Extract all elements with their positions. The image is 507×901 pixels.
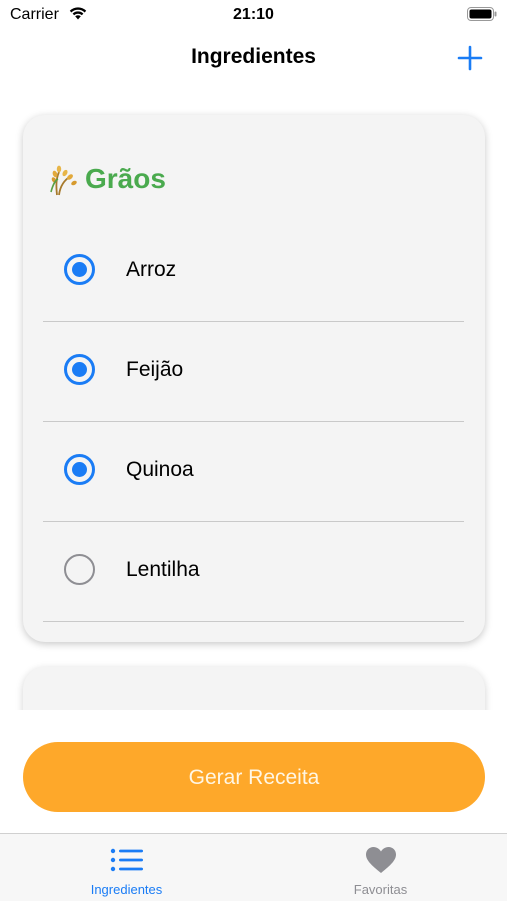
clock: 21:10 xyxy=(233,6,274,23)
list-item-lentilha[interactable]: Lentilha xyxy=(43,522,464,622)
generate-recipe-button[interactable]: Gerar Receita xyxy=(23,742,485,812)
radio-selected-icon[interactable] xyxy=(64,354,95,385)
tab-ingredientes[interactable]: Ingredientes xyxy=(0,834,253,901)
next-section-card xyxy=(23,667,485,710)
section-card-graos: Grãos Arroz Feijão Quinoa Lentilha xyxy=(23,115,485,642)
ingredient-label: Quinoa xyxy=(126,458,194,481)
list-item-arroz[interactable]: Arroz xyxy=(43,222,464,322)
section-header: Grãos xyxy=(45,161,166,197)
list-item-feijao[interactable]: Feijão xyxy=(43,322,464,422)
section-title: Grãos xyxy=(85,163,166,194)
add-ingredient-button[interactable] xyxy=(456,44,484,72)
radio-selected-icon[interactable] xyxy=(64,254,95,285)
plus-icon xyxy=(457,45,483,71)
page-title: Ingredientes xyxy=(191,45,316,68)
list-icon xyxy=(110,848,143,872)
tab-label: Ingredientes xyxy=(90,882,163,897)
list-item-quinoa[interactable]: Quinoa xyxy=(43,422,464,522)
radio-unselected-icon[interactable] xyxy=(64,554,95,585)
ingredient-label: Lentilha xyxy=(126,558,200,581)
ingredient-label: Feijão xyxy=(126,358,184,381)
radio-selected-icon[interactable] xyxy=(64,454,95,485)
grain-icon xyxy=(50,165,77,196)
tab-bar: Ingredientes Favoritas xyxy=(0,833,507,901)
heart-icon xyxy=(365,847,396,873)
ingredients-scroll-area[interactable]: Grãos Arroz Feijão Quinoa Lentilha xyxy=(0,90,507,710)
tab-label: Favoritas xyxy=(353,882,408,897)
ingredient-label: Arroz xyxy=(126,258,177,281)
battery-icon xyxy=(467,7,497,21)
status-bar: Carrier 21:10 xyxy=(0,0,507,30)
tab-favoritas[interactable]: Favoritas xyxy=(254,834,507,901)
divider xyxy=(43,621,464,622)
